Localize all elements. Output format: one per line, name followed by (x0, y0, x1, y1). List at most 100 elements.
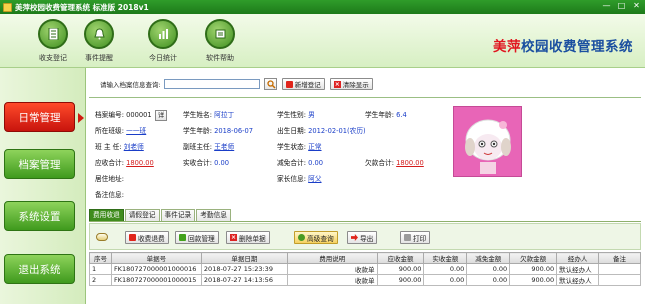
column-header[interactable]: 单据日期 (200, 252, 288, 264)
table-cell: 收款单 (286, 263, 378, 275)
head-teacher-field: 班 主 任: 刘老师 (95, 143, 144, 151)
parent-value[interactable]: 阿父 (308, 175, 321, 183)
delete-receipt-label: 删除单据 (239, 234, 266, 243)
charge-refund-label: 收费退费 (138, 234, 165, 243)
search-button[interactable] (263, 78, 277, 90)
plus-icon (285, 80, 293, 88)
student-info-panel: 档案编号: 000001 详 学生姓名: 阿拉丁 学生性别: 男 学生年龄: 6.… (87, 100, 643, 204)
divider (89, 97, 641, 98)
brand-highlight: 美萍 (493, 39, 521, 55)
table-cell: FK180727000001000016 (110, 263, 202, 275)
document-icon (179, 234, 186, 241)
column-header[interactable]: 减免金额 (466, 252, 511, 264)
advanced-search-label: 高级查询 (307, 234, 334, 243)
table-cell: 2 (89, 274, 112, 286)
collapse-toggle-icon[interactable] (96, 233, 108, 241)
table-row[interactable]: 2 FK180727000001000015 2018-07-27 14:13:… (89, 274, 641, 286)
payment-manage-label: 回款管理 (188, 234, 215, 243)
column-header[interactable]: 应收金额 (376, 252, 425, 264)
table-cell: 2018-07-27 14:13:56 (200, 274, 288, 286)
add-record-button[interactable]: 新增登记 (281, 78, 325, 90)
search-input[interactable] (163, 79, 260, 89)
reduce-field: 减免合计: 0.00 (277, 159, 324, 167)
close-button[interactable]: ✕ (630, 1, 643, 12)
brand-title: 美萍校园收费管理系统 (493, 35, 633, 55)
column-header[interactable]: 单据号 (110, 252, 202, 264)
table-cell: 0.00 (423, 274, 468, 286)
student-age-value: 6.4 (396, 111, 407, 119)
tab-leave[interactable]: 请假登记 (124, 209, 160, 221)
nav-item-archive[interactable]: 档案管理 (4, 149, 75, 179)
receivable-value[interactable]: 1800.00 (126, 159, 154, 167)
column-header[interactable]: 实收金额 (423, 252, 468, 264)
sub-teacher-field: 副班主任: 王老师 (183, 143, 235, 151)
toolbar-item-stats[interactable]: 今日统计 (133, 19, 193, 63)
active-indicator-icon (78, 113, 84, 123)
student-gender-field: 学生性别: 男 (277, 111, 315, 119)
clear-display-label: 清除显示 (342, 81, 369, 89)
export-button[interactable]: 导出 (347, 231, 378, 244)
note-field: 备注信息: (95, 191, 125, 199)
parent-field: 家长信息: 阿父 (277, 175, 322, 183)
column-header[interactable]: 欠款金额 (509, 252, 558, 264)
table-cell: 1 (89, 263, 112, 275)
search-icon (298, 234, 305, 241)
enroll-field: 学生年龄: 2018-06-07 (183, 127, 254, 135)
student-name-value: 阿拉丁 (214, 111, 235, 119)
column-header[interactable]: 序号 (89, 252, 112, 264)
chart-icon (148, 19, 178, 49)
toolbar-item-help[interactable]: 软件帮助 (190, 19, 250, 63)
payment-manage-button[interactable]: 回款管理 (175, 231, 219, 244)
table-cell: FK180727000001000015 (110, 274, 202, 286)
add-record-label: 新增登记 (294, 81, 321, 89)
table-cell: 900.00 (376, 274, 425, 286)
fee-table: 序号 单据号 单据日期 费用说明 应收金额 实收金额 减免金额 欠款金额 经办人… (89, 252, 641, 286)
birth-value: 2012-02-01(农历) (308, 127, 366, 135)
clear-display-button[interactable]: × 清除显示 (329, 78, 373, 90)
window-title: 美萍校园收费管理系统 标准版 2018v1 (15, 2, 149, 12)
table-row[interactable]: 1 FK180727000001000016 2018-07-27 15:23:… (89, 263, 641, 275)
delete-receipt-button[interactable]: × 删除单据 (226, 231, 270, 244)
maximize-button[interactable]: □ (615, 1, 628, 12)
reduce-value: 0.00 (308, 159, 324, 167)
receivable-field: 应收合计: 1800.00 (95, 159, 154, 167)
toolbar-item-reminder[interactable]: 事件提醒 (69, 19, 129, 63)
tab-fee[interactable]: 费用收退 (89, 209, 124, 221)
app-icon (3, 2, 12, 12)
advanced-search-button[interactable]: 高级查询 (294, 231, 338, 244)
table-cell: 默认经办人 (556, 274, 600, 286)
minimize-button[interactable]: — (600, 1, 613, 12)
owed-value[interactable]: 1800.00 (396, 159, 424, 167)
table-cell: 900.00 (509, 263, 558, 275)
class-value[interactable]: 一一班 (126, 127, 146, 135)
sub-teacher-value[interactable]: 王老师 (214, 143, 234, 151)
column-header[interactable]: 费用说明 (286, 252, 378, 264)
nav-item-daily[interactable]: 日常管理 (4, 102, 75, 132)
status-value[interactable]: 正常 (308, 143, 321, 151)
student-age-field: 学生年龄: 6.4 (365, 111, 407, 119)
clear-icon: × (333, 80, 341, 88)
brand-rest: 校园收费管理系统 (521, 39, 633, 55)
column-header[interactable]: 经办人 (556, 252, 600, 264)
magnifier-icon (267, 80, 276, 89)
enroll-value: 2018-06-07 (214, 127, 254, 135)
table-cell (598, 274, 641, 286)
print-label: 打印 (413, 234, 427, 243)
charge-refund-button[interactable]: 收费退费 (125, 231, 169, 244)
column-header[interactable]: 备注 (598, 252, 641, 264)
nav-item-exit[interactable]: 退出系统 (4, 254, 75, 284)
search-bar: 请输入档案信息查询: 新增登记 × 清除显示 (87, 75, 643, 93)
class-field: 所在班级: 一一班 (95, 127, 147, 135)
nav-item-settings[interactable]: 系统设置 (4, 201, 75, 231)
tab-events[interactable]: 事件记录 (160, 209, 196, 221)
table-cell: 0.00 (466, 263, 511, 275)
head-teacher-value[interactable]: 刘老师 (124, 143, 144, 151)
plus-icon (129, 234, 136, 241)
tab-underline (89, 221, 641, 222)
print-button[interactable]: 打印 (400, 231, 431, 244)
tab-bar: 费用收退 请假登记 事件记录 考勤信息 (89, 209, 232, 221)
delete-icon: × (230, 234, 237, 241)
title-bar: 美萍校园收费管理系统 标准版 2018v1 — □ ✕ (0, 0, 645, 14)
detail-button[interactable]: 详 (154, 110, 168, 121)
tab-attendance[interactable]: 考勤信息 (196, 209, 231, 221)
